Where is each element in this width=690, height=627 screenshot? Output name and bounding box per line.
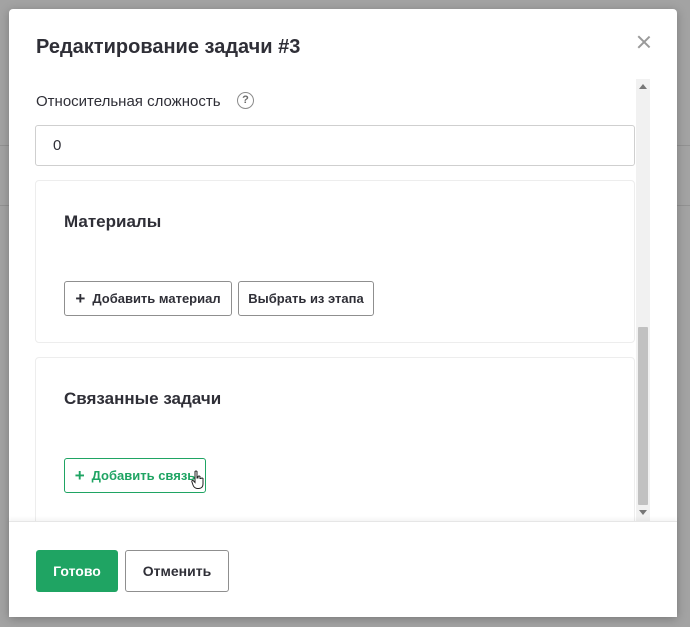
modal-scrollbar[interactable] xyxy=(636,79,650,521)
close-icon[interactable] xyxy=(635,33,653,51)
done-button[interactable]: Готово xyxy=(36,550,118,592)
linked-tasks-title: Связанные задачи xyxy=(64,389,222,408)
hand-cursor-icon xyxy=(191,470,204,489)
add-link-button[interactable]: + Добавить связь xyxy=(64,458,206,493)
add-link-label: Добавить связь xyxy=(91,468,196,483)
materials-section: Материалы + Добавить материал Выбрать из… xyxy=(35,180,635,343)
complexity-input[interactable] xyxy=(35,125,635,166)
cancel-button[interactable]: Отменить xyxy=(125,550,229,592)
complexity-label: Относительная сложность xyxy=(36,93,221,110)
materials-title: Материалы xyxy=(64,212,162,231)
edit-task-modal: Редактирование задачи #3 Относительная с… xyxy=(9,9,677,617)
choose-from-stage-label: Выбрать из этапа xyxy=(248,291,364,306)
help-icon[interactable]: ? xyxy=(237,92,254,109)
modal-scroll-area: Относительная сложность ? Материалы + До… xyxy=(9,79,677,521)
add-material-button[interactable]: + Добавить материал xyxy=(64,281,232,316)
scrollbar-thumb[interactable] xyxy=(638,327,648,505)
add-material-label: Добавить материал xyxy=(92,291,221,306)
linked-tasks-section: Связанные задачи + Добавить связь xyxy=(35,357,635,521)
modal-title: Редактирование задачи #3 xyxy=(36,36,301,58)
plus-icon: + xyxy=(75,289,86,308)
scroll-up-arrow-icon[interactable] xyxy=(639,84,647,89)
modal-footer: Готово Отменить xyxy=(9,521,677,617)
plus-icon: + xyxy=(74,466,85,485)
choose-from-stage-button[interactable]: Выбрать из этапа xyxy=(238,281,374,316)
scroll-down-arrow-icon[interactable] xyxy=(639,510,647,515)
